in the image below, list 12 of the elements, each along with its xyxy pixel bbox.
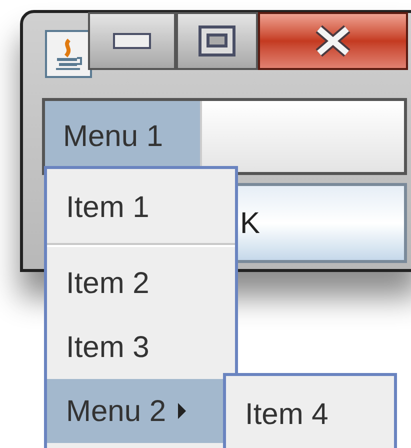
minimize-button[interactable] [88,12,176,70]
close-icon [315,25,351,57]
menu-item[interactable]: Item 3 [47,315,235,379]
maximize-icon [198,25,236,57]
ok-button[interactable]: K [235,183,407,263]
menu-item[interactable]: Item 1 [47,175,235,239]
menu-item[interactable]: Item 2 [47,251,235,315]
close-button[interactable] [258,12,408,70]
submenu-arrow-icon [176,401,188,421]
app-icon [45,30,92,78]
maximize-button[interactable] [176,12,258,70]
minimize-icon [113,33,151,49]
